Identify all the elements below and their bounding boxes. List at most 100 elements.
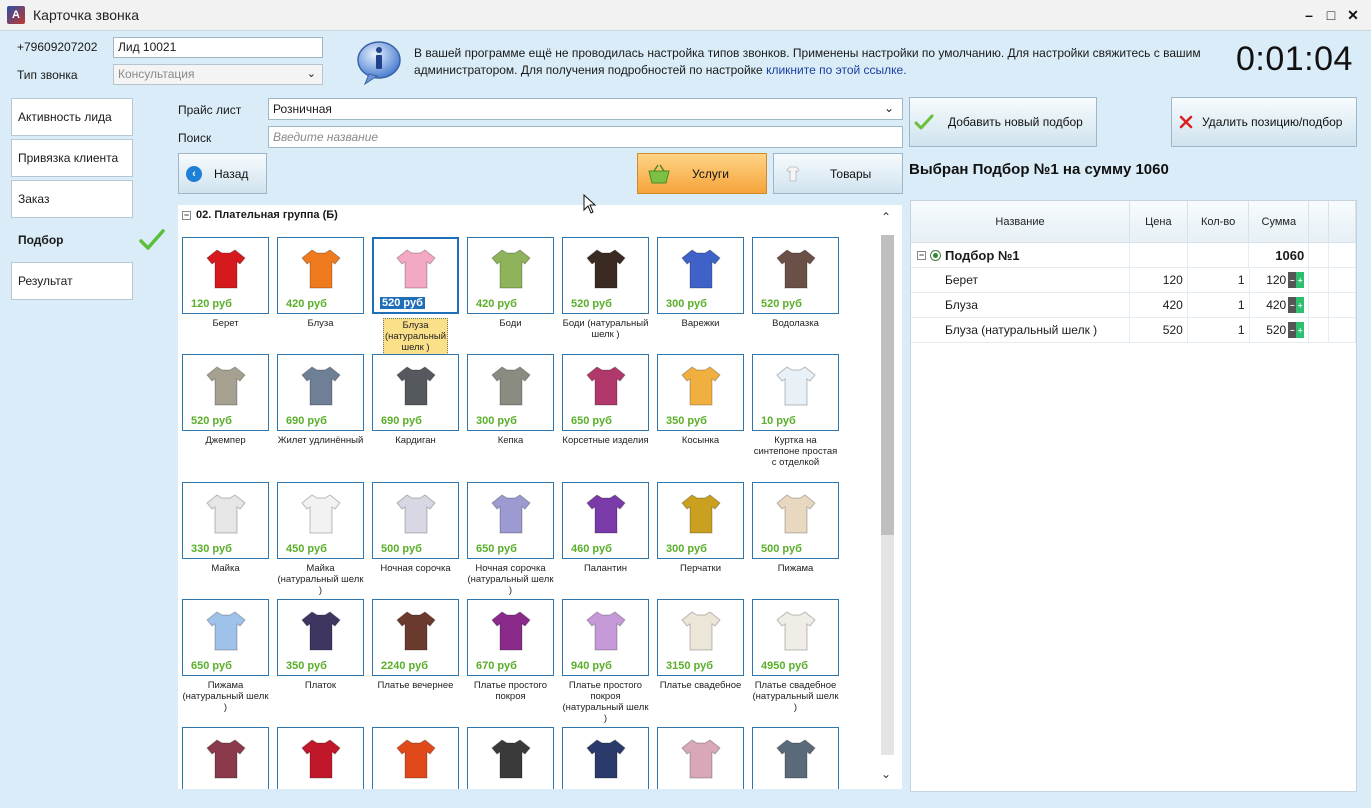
catalog-item-thumbnail[interactable]: 300 руб	[657, 237, 744, 314]
catalog-item[interactable]: 500 руб Ночная сорочка	[372, 482, 459, 574]
catalog-item-thumbnail[interactable]	[657, 727, 744, 789]
catalog-item[interactable]: 520 руб Блуза (натуральный шелк )	[372, 237, 459, 355]
decrement-icon[interactable]: −	[1288, 272, 1297, 288]
catalog-item-thumbnail[interactable]: 940 руб	[562, 599, 649, 676]
catalog-item[interactable]	[277, 727, 364, 789]
catalog-scrollbar[interactable]	[878, 229, 896, 759]
quantity-stepper[interactable]: − +	[1288, 297, 1305, 313]
catalog-item[interactable]: 420 руб Блуза	[277, 237, 364, 329]
catalog-item-thumbnail[interactable]	[372, 727, 459, 789]
table-row[interactable]: Блуза (натуральный шелк ) 520 1 520− +	[911, 318, 1357, 343]
catalog-item-thumbnail[interactable]: 650 руб	[182, 599, 269, 676]
catalog-item-thumbnail[interactable]: 690 руб	[277, 354, 364, 431]
catalog-item[interactable]: 350 руб Косынка	[657, 354, 744, 446]
nav-item-lead-activity[interactable]: Активность лида	[11, 98, 133, 136]
catalog-item-thumbnail[interactable]	[467, 727, 554, 789]
catalog-item-thumbnail[interactable]: 650 руб	[562, 354, 649, 431]
catalog-item-thumbnail[interactable]: 330 руб	[182, 482, 269, 559]
catalog-item[interactable]: 520 руб Боди (натуральный шелк )	[562, 237, 649, 340]
lead-name-field[interactable]: Лид 10021	[113, 37, 323, 58]
catalog-item[interactable]: 330 руб Майка	[182, 482, 269, 574]
catalog-item[interactable]: 3150 руб Платье свадебное	[657, 599, 744, 691]
increment-icon[interactable]: +	[1296, 322, 1305, 338]
catalog-item[interactable]: 650 руб Пижама (натуральный шелк )	[182, 599, 269, 713]
catalog-item-thumbnail[interactable]: 520 руб	[372, 237, 459, 314]
catalog-item-thumbnail[interactable]: 670 руб	[467, 599, 554, 676]
catalog-item-thumbnail[interactable]: 300 руб	[657, 482, 744, 559]
catalog-item-thumbnail[interactable]: 350 руб	[277, 599, 364, 676]
catalog-item-thumbnail[interactable]: 500 руб	[372, 482, 459, 559]
catalog-item-thumbnail[interactable]: 2240 руб	[372, 599, 459, 676]
catalog-item[interactable]	[562, 727, 649, 789]
catalog-item-thumbnail[interactable]: 460 руб	[562, 482, 649, 559]
catalog-item[interactable]	[182, 727, 269, 789]
column-header-sum[interactable]: Сумма	[1249, 201, 1310, 242]
catalog-item-thumbnail[interactable]: 120 руб	[182, 237, 269, 314]
goods-button[interactable]: Товары	[773, 153, 903, 194]
catalog-item[interactable]: 690 руб Кардиган	[372, 354, 459, 446]
catalog-item[interactable]: 650 руб Корсетные изделия	[562, 354, 649, 446]
nav-item-order[interactable]: Заказ	[11, 180, 133, 218]
catalog-item[interactable]: 350 руб Платок	[277, 599, 364, 691]
call-type-select[interactable]: Консультация ⌄	[113, 64, 323, 85]
decrement-icon[interactable]: −	[1288, 322, 1297, 338]
catalog-item[interactable]	[752, 727, 839, 789]
row-qty[interactable]: 1	[1188, 318, 1250, 342]
catalog-item[interactable]: 300 руб Варежки	[657, 237, 744, 329]
radio-selected-icon[interactable]	[930, 249, 941, 261]
services-button[interactable]: Услуги	[637, 153, 767, 194]
collapse-icon[interactable]: −	[917, 250, 926, 260]
scroll-up-icon[interactable]: ⌃	[881, 210, 891, 224]
catalog-item[interactable]: 520 руб Джемпер	[182, 354, 269, 446]
selection-group-row[interactable]: − Подбор №1 1060	[911, 243, 1356, 268]
minimize-icon[interactable]: –	[1299, 6, 1319, 24]
catalog-item[interactable]	[467, 727, 554, 789]
catalog-item-thumbnail[interactable]: 420 руб	[277, 237, 364, 314]
row-qty[interactable]: 1	[1188, 293, 1250, 317]
catalog-item-thumbnail[interactable]: 500 руб	[752, 482, 839, 559]
catalog-item-thumbnail[interactable]: 3150 руб	[657, 599, 744, 676]
catalog-item[interactable]: 120 руб Берет	[182, 237, 269, 329]
quantity-stepper[interactable]: − +	[1288, 272, 1305, 288]
catalog-item-thumbnail[interactable]	[562, 727, 649, 789]
row-qty[interactable]: 1	[1188, 268, 1250, 292]
nav-item-client-link[interactable]: Привязка клиента	[11, 139, 133, 177]
catalog-item-thumbnail[interactable]	[182, 727, 269, 789]
column-header-name[interactable]: Название	[911, 201, 1130, 242]
search-input[interactable]	[268, 126, 903, 148]
increment-icon[interactable]: +	[1296, 272, 1305, 288]
catalog-group-header[interactable]: − 02. Плательная группа (Б)	[182, 209, 338, 221]
catalog-item[interactable]: 10 руб Куртка на синтепоне простая с отде…	[752, 354, 839, 468]
catalog-item[interactable]: 450 руб Майка (натуральный шелк )	[277, 482, 364, 596]
catalog-item[interactable]	[657, 727, 744, 789]
back-button[interactable]: ‹ Назад	[178, 153, 267, 194]
catalog-item[interactable]: 520 руб Водолазка	[752, 237, 839, 329]
catalog-item-thumbnail[interactable]: 520 руб	[562, 237, 649, 314]
catalog-item-thumbnail[interactable]: 650 руб	[467, 482, 554, 559]
nav-item-result[interactable]: Результат	[11, 262, 133, 300]
delete-selection-button[interactable]: Удалить позицию/подбор	[1171, 97, 1357, 147]
catalog-item[interactable]: 500 руб Пижама	[752, 482, 839, 574]
catalog-item-thumbnail[interactable]: 300 руб	[467, 354, 554, 431]
catalog-item-thumbnail[interactable]: 350 руб	[657, 354, 744, 431]
column-header-price[interactable]: Цена	[1130, 201, 1188, 242]
table-row[interactable]: Блуза 420 1 420− +	[911, 293, 1357, 318]
table-row[interactable]: Берет 120 1 120− +	[911, 268, 1357, 293]
catalog-item[interactable]: 300 руб Перчатки	[657, 482, 744, 574]
column-header-qty[interactable]: Кол-во	[1188, 201, 1250, 242]
catalog-item[interactable]: 420 руб Боди	[467, 237, 554, 329]
price-list-select[interactable]: Розничная ⌄	[268, 98, 903, 120]
catalog-item-thumbnail[interactable]: 520 руб	[752, 237, 839, 314]
catalog-item[interactable]: 650 руб Ночная сорочка (натуральный шелк …	[467, 482, 554, 596]
scroll-thumb[interactable]	[881, 235, 894, 535]
catalog-item-thumbnail[interactable]: 4950 руб	[752, 599, 839, 676]
maximize-icon[interactable]: □	[1321, 6, 1341, 24]
decrement-icon[interactable]: −	[1288, 297, 1297, 313]
nav-item-selection[interactable]: Подбор	[11, 221, 133, 259]
catalog-item-thumbnail[interactable]	[752, 727, 839, 789]
scroll-down-icon[interactable]: ⌄	[881, 767, 891, 781]
settings-link[interactable]: кликните по этой ссылке.	[766, 63, 907, 77]
catalog-item-thumbnail[interactable]	[277, 727, 364, 789]
catalog-item-thumbnail[interactable]: 420 руб	[467, 237, 554, 314]
catalog-item[interactable]: 4950 руб Платье свадебное (натуральный ше…	[752, 599, 839, 713]
